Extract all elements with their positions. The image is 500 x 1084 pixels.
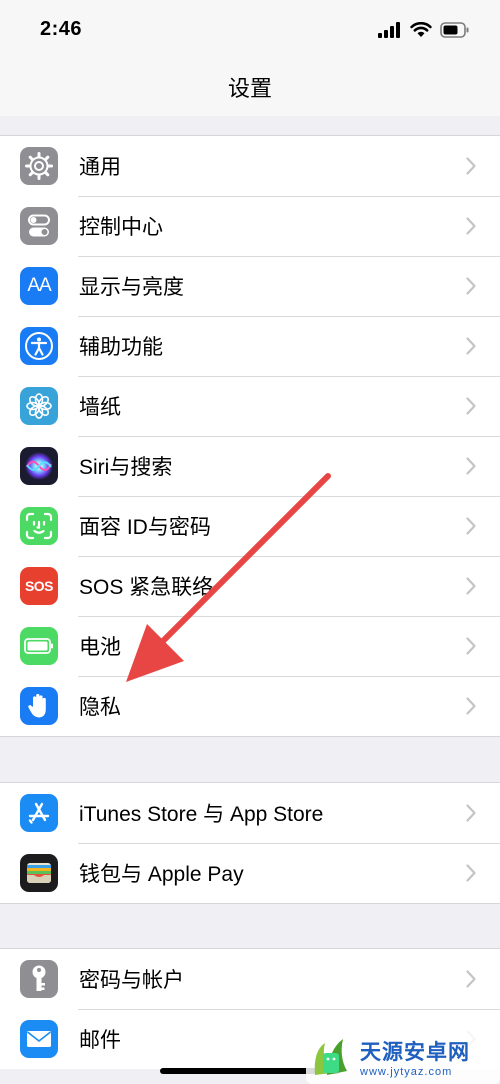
settings-row-label: 显示与亮度 xyxy=(79,276,184,299)
navigation-bar: 设置 xyxy=(0,60,500,116)
settings-row-privacy[interactable]: 隐私 xyxy=(0,676,500,736)
battery-status-icon xyxy=(440,22,469,38)
chevron-right-icon xyxy=(464,695,478,717)
chevron-right-icon xyxy=(464,335,478,357)
key-icon xyxy=(20,960,58,998)
wallet-icon xyxy=(20,854,58,892)
settings-row-wallpaper[interactable]: 墙纸 xyxy=(0,376,500,436)
settings-group-main: 通用 控制中心 AA 显示与亮度 辅助功能 墙纸 Siri与搜索 面容 ID与密… xyxy=(0,135,500,737)
settings-row-control-center[interactable]: 控制中心 xyxy=(0,196,500,256)
settings-row-label: 密码与帐户 xyxy=(79,969,184,992)
settings-row-accessibility[interactable]: 辅助功能 xyxy=(0,316,500,376)
settings-row-battery[interactable]: 电池 xyxy=(0,616,500,676)
text-size-icon: AA xyxy=(20,267,58,305)
chevron-right-icon xyxy=(464,155,478,177)
settings-row-label: 电池 xyxy=(79,636,121,659)
settings-row-siri-search[interactable]: Siri与搜索 xyxy=(0,436,500,496)
settings-row-label: SOS 紧急联络 xyxy=(79,576,214,599)
mail-icon xyxy=(20,1020,58,1058)
gear-icon xyxy=(20,147,58,185)
settings-row-label: 墙纸 xyxy=(79,396,121,419)
settings-row-label: 钱包与 Apple Pay xyxy=(79,863,244,886)
status-time: 2:46 xyxy=(40,18,83,40)
chevron-right-icon xyxy=(464,968,478,990)
status-icons xyxy=(378,20,470,40)
settings-row-label: 辅助功能 xyxy=(79,336,163,359)
battery-icon xyxy=(20,627,58,665)
settings-row-itunes-app-store[interactable]: iTunes Store 与 App Store xyxy=(0,783,500,843)
watermark: 天源安卓网 www.jytyaz.com xyxy=(306,1030,500,1084)
chevron-right-icon xyxy=(464,802,478,824)
watermark-logo-icon xyxy=(306,1033,356,1081)
accessibility-icon xyxy=(20,327,58,365)
settings-row-label: 面容 ID与密码 xyxy=(79,516,211,539)
chevron-right-icon xyxy=(464,275,478,297)
settings-row-label: 隐私 xyxy=(79,696,121,719)
text-size-icon-glyph: AA xyxy=(27,275,51,296)
watermark-url: www.jytyaz.com xyxy=(360,1066,453,1078)
settings-row-label: 控制中心 xyxy=(79,216,163,239)
chevron-right-icon xyxy=(464,395,478,417)
page-title: 设置 xyxy=(227,76,272,101)
hand-icon xyxy=(20,687,58,725)
face-id-icon xyxy=(20,507,58,545)
watermark-title: 天源安卓网 xyxy=(360,1041,470,1064)
wifi-icon xyxy=(410,22,432,37)
settings-row-display-brightness[interactable]: AA 显示与亮度 xyxy=(0,256,500,316)
toggles-icon xyxy=(20,207,58,245)
settings-row-general[interactable]: 通用 xyxy=(0,136,500,196)
chevron-right-icon xyxy=(464,862,478,884)
settings-row-face-id[interactable]: 面容 ID与密码 xyxy=(0,496,500,556)
status-bar: 2:46 xyxy=(0,0,500,60)
app-store-icon xyxy=(20,794,58,832)
chevron-right-icon xyxy=(464,515,478,537)
settings-row-label: iTunes Store 与 App Store xyxy=(79,803,324,826)
cellular-signal-icon xyxy=(378,22,400,38)
settings-group-stores: iTunes Store 与 App Store 钱包与 Apple Pay xyxy=(0,782,500,904)
chevron-right-icon xyxy=(464,635,478,657)
settings-row-wallet-apple-pay[interactable]: 钱包与 Apple Pay xyxy=(0,843,500,903)
sos-icon: SOS xyxy=(20,567,58,605)
sos-icon-glyph: SOS xyxy=(24,578,54,594)
chevron-right-icon xyxy=(464,455,478,477)
settings-row-label: 通用 xyxy=(79,156,121,179)
flower-icon xyxy=(20,387,58,425)
settings-row-emergency-sos[interactable]: SOS SOS 紧急联络 xyxy=(0,556,500,616)
settings-row-passwords-accounts[interactable]: 密码与帐户 xyxy=(0,949,500,1009)
chevron-right-icon xyxy=(464,215,478,237)
siri-icon xyxy=(20,447,58,485)
chevron-right-icon xyxy=(464,575,478,597)
settings-row-label: Siri与搜索 xyxy=(79,456,173,479)
